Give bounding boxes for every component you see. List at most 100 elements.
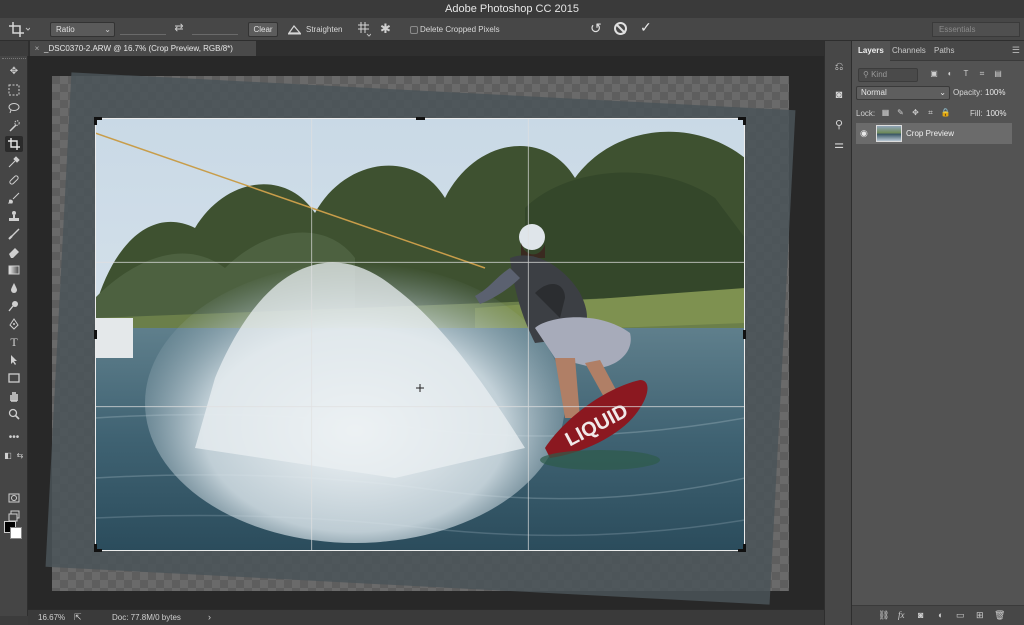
- kind-filter-select[interactable]: ⚲ Kind: [858, 68, 918, 82]
- crop-handle-bottom-left-v[interactable]: [94, 544, 97, 552]
- crop-handle-top-right-v[interactable]: [743, 117, 746, 125]
- opacity-field[interactable]: 100%: [985, 88, 1005, 97]
- default-colors-icon[interactable]: ◧: [2, 448, 14, 464]
- history-brush-tool-icon[interactable]: [5, 226, 23, 242]
- sliders-panel-icon[interactable]: ⚌: [831, 137, 847, 153]
- lock-artboard-icon[interactable]: ⌗: [923, 108, 938, 118]
- workspace-select[interactable]: Essentials: [932, 22, 1020, 37]
- lasso-tool-icon[interactable]: [5, 100, 23, 116]
- document-tab[interactable]: × _DSC0370-2.ARW @ 16.7% (Crop Preview, R…: [30, 41, 256, 56]
- pen-tool-icon[interactable]: [5, 316, 23, 332]
- status-bar: 16.67% ⇱ Doc: 77.8M/0 bytes ›: [28, 609, 824, 625]
- blur-tool-icon[interactable]: [5, 280, 23, 296]
- visibility-eye-icon[interactable]: ◉: [860, 128, 868, 139]
- more-tools-icon[interactable]: •••: [5, 430, 23, 446]
- kind-filter-label: Kind: [871, 70, 888, 79]
- crop-handle-top-left-v[interactable]: [94, 117, 97, 125]
- fill-field[interactable]: 100%: [986, 109, 1006, 118]
- layer-row[interactable]: ◉ Crop Preview: [856, 123, 1012, 144]
- hand-tool-icon[interactable]: [5, 388, 23, 404]
- delete-layer-icon[interactable]: 🗑: [994, 610, 1005, 621]
- rectangle-tool-icon[interactable]: [5, 370, 23, 386]
- chevron-down-icon: ⌄: [104, 25, 111, 34]
- crop-tool-icon[interactable]: [5, 136, 23, 152]
- width-field[interactable]: [120, 34, 166, 35]
- filter-shape-icon[interactable]: ⌗: [974, 69, 990, 79]
- gear-icon[interactable]: ✱: [380, 22, 394, 36]
- layer-style-fx-icon[interactable]: fx: [898, 610, 905, 620]
- tools-panel: ✥ T ••• ◧ ⇆: [0, 56, 28, 616]
- app-title: Adobe Photoshop CC 2015: [445, 3, 579, 15]
- reset-icon[interactable]: ↺: [590, 20, 606, 37]
- screen-mode-icon[interactable]: [5, 508, 23, 524]
- filter-adjustment-icon[interactable]: ◐: [942, 69, 958, 78]
- delete-cropped-pixels-checkbox[interactable]: [410, 26, 418, 34]
- overlay-grid-icon[interactable]: [357, 21, 372, 37]
- status-menu-arrow-icon[interactable]: ›: [208, 612, 211, 622]
- quick-mask-icon[interactable]: [5, 490, 23, 506]
- swap-colors-icon[interactable]: ⇆: [14, 448, 26, 464]
- cancel-icon[interactable]: [614, 22, 627, 35]
- panel-dock-strip: ⎌ ◙ ⚲ ⚌: [824, 41, 852, 625]
- filter-smart-object-icon[interactable]: ▤: [990, 69, 1006, 78]
- height-field[interactable]: [192, 34, 238, 35]
- ratio-select[interactable]: Ratio ⌄: [50, 22, 115, 37]
- lock-icons: ▦ ✎ ✥ ⌗ 🔒: [878, 107, 953, 118]
- filter-type-icon[interactable]: T: [958, 69, 974, 78]
- lock-all-icon[interactable]: 🔒: [938, 108, 953, 117]
- background-color-swatch[interactable]: [10, 527, 22, 539]
- rule-of-thirds-grid: [95, 118, 745, 551]
- properties-panel-icon[interactable]: ◙: [831, 87, 847, 103]
- blend-mode-select[interactable]: Normal ⌄: [856, 86, 950, 100]
- chevron-down-icon: ⌄: [939, 88, 946, 97]
- eraser-tool-icon[interactable]: [5, 244, 23, 260]
- path-selection-tool-icon[interactable]: [5, 352, 23, 368]
- document-canvas[interactable]: LIQUID: [28, 56, 824, 609]
- export-icon[interactable]: ⇱: [74, 612, 82, 623]
- type-tool-icon[interactable]: T: [5, 334, 23, 350]
- quick-selection-tool-icon[interactable]: [5, 118, 23, 134]
- layer-filter-icons: ▣ ◐ T ⌗ ▤: [926, 68, 1006, 82]
- crop-handle-bottom-right-v[interactable]: [743, 544, 746, 552]
- adjustment-layer-icon[interactable]: ◐: [938, 610, 943, 620]
- history-panel-icon[interactable]: ⎌: [831, 59, 847, 75]
- close-tab-icon[interactable]: ×: [30, 41, 44, 56]
- tab-layers[interactable]: Layers: [852, 41, 890, 61]
- straighten-label[interactable]: Straighten: [306, 25, 342, 34]
- link-layers-icon[interactable]: ⛓: [878, 610, 889, 621]
- add-mask-icon[interactable]: ◙: [918, 610, 923, 620]
- new-layer-icon[interactable]: ⊞: [976, 610, 984, 621]
- new-group-icon[interactable]: ▭: [956, 610, 965, 621]
- zoom-tool-icon[interactable]: [5, 406, 23, 422]
- panel-menu-icon[interactable]: ☰: [1012, 45, 1020, 56]
- zoom-level[interactable]: 16.67%: [38, 613, 65, 622]
- swap-arrows-icon[interactable]: ⇄: [171, 21, 187, 37]
- delete-cropped-pixels-label[interactable]: Delete Cropped Pixels: [420, 25, 500, 34]
- lock-transparency-icon[interactable]: ▦: [878, 108, 893, 117]
- marquee-tool-icon[interactable]: [5, 82, 23, 98]
- panel-grip[interactable]: [2, 58, 26, 61]
- tab-paths[interactable]: Paths: [934, 41, 954, 61]
- panel-tabs: Layers Channels Paths ☰: [852, 41, 1024, 61]
- crop-handle-left[interactable]: [94, 330, 97, 339]
- lock-position-icon[interactable]: ✥: [908, 108, 923, 117]
- gradient-tool-icon[interactable]: [5, 262, 23, 278]
- clear-button[interactable]: Clear: [248, 22, 278, 37]
- crop-handle-right[interactable]: [743, 330, 746, 339]
- crop-tool-preset-icon[interactable]: [8, 21, 31, 38]
- layers-panel: Layers Channels Paths ☰ ⚲ Kind ▣ ◐ T ⌗ ▤ Nor…: [852, 41, 1024, 625]
- healing-brush-tool-icon[interactable]: [5, 172, 23, 188]
- tab-channels[interactable]: Channels: [892, 41, 926, 61]
- dodge-tool-icon[interactable]: [5, 298, 23, 314]
- lock-pixels-icon[interactable]: ✎: [893, 108, 908, 117]
- brush-tool-icon[interactable]: [5, 190, 23, 206]
- straighten-icon[interactable]: [287, 23, 302, 35]
- lock-label: Lock:: [856, 109, 876, 118]
- crop-handle-top[interactable]: [416, 117, 425, 120]
- move-tool-icon[interactable]: ✥: [5, 64, 23, 80]
- clone-stamp-tool-icon[interactable]: [5, 208, 23, 224]
- eyedropper-tool-icon[interactable]: [5, 154, 23, 170]
- commit-checkmark-icon[interactable]: ✓: [640, 19, 654, 37]
- adjustments-panel-icon[interactable]: ⚲: [831, 117, 847, 133]
- filter-pixel-icon[interactable]: ▣: [926, 69, 942, 78]
